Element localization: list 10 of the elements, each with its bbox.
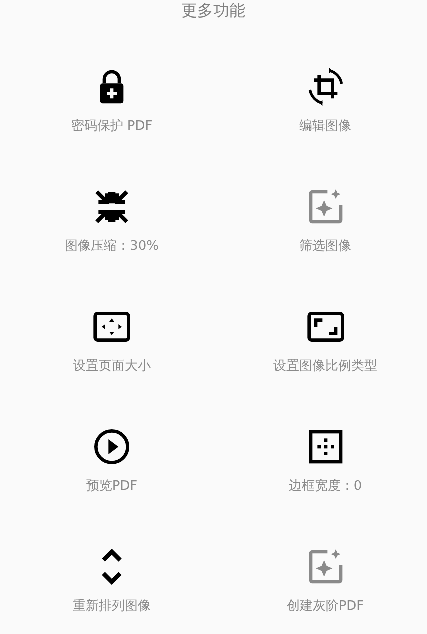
feature-label[interactable]: 预览PDF	[86, 479, 138, 495]
dialog-title: 更多功能	[180, 0, 246, 22]
feature-label[interactable]: 密码保护 PDF	[71, 119, 153, 135]
feature-label[interactable]: 重新排列图像	[73, 599, 151, 615]
feature-label[interactable]: 编辑图像	[300, 119, 352, 135]
feature-label[interactable]: 边框宽度：0	[288, 479, 362, 495]
feature-label[interactable]: 设置页面大小	[73, 359, 151, 375]
feature-label[interactable]: 设置图像比例类型	[274, 359, 378, 375]
feature-label[interactable]: 图像压缩：30%	[65, 239, 159, 255]
play-circle-icon[interactable]	[92, 427, 132, 467]
